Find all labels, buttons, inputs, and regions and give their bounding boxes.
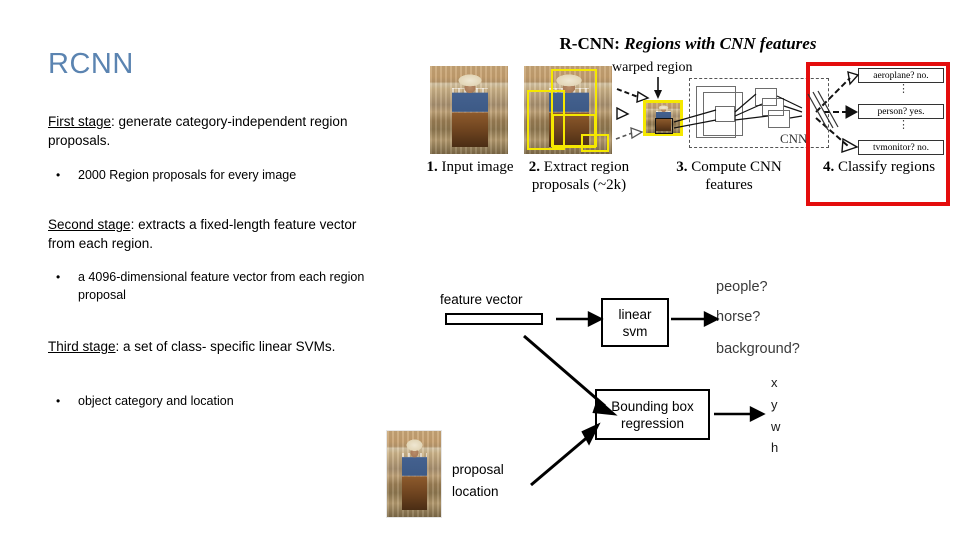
- rcnn-pipeline-figure: R-CNN: Regions with CNN features warped …: [424, 34, 952, 206]
- caption-text: Extract region proposals (~2k): [531, 159, 630, 193]
- proposal-location-line1: proposal: [452, 462, 504, 477]
- caption-number: 2.: [528, 159, 541, 175]
- second-stage-lead: Second stage: [48, 217, 131, 232]
- answer-horse: horse?: [716, 309, 761, 325]
- figure-caption-3: 3. Compute CNN features: [664, 158, 794, 194]
- proposal-location-thumbnail: [386, 430, 442, 518]
- coord-w: w: [771, 419, 781, 434]
- proposal-location-line2: location: [452, 484, 499, 499]
- third-stage-paragraph: Third stage: a set of class- specific li…: [48, 337, 378, 356]
- linear-svm-label-line1: linear: [618, 306, 652, 322]
- linear-svm-label-line2: svm: [622, 323, 648, 339]
- caption-text: Compute CNN features: [691, 159, 782, 193]
- caption-number: 4.: [822, 159, 835, 175]
- linear-svm-box: linear svm: [601, 298, 669, 347]
- third-stage-lead: Third stage: [48, 339, 116, 354]
- bbox-regression-label-line1: Bounding box: [611, 398, 694, 414]
- list-item: object category and location: [56, 392, 386, 410]
- answer-background: background?: [716, 341, 800, 357]
- second-stage-paragraph: Second stage: extracts a fixed-length fe…: [48, 215, 378, 253]
- caption-text: Classify regions: [837, 159, 936, 175]
- plaid-shirt-texture: [402, 452, 427, 477]
- list-item: 2000 Region proposals for every image: [56, 166, 386, 184]
- bounding-box-regression-box: Bounding box regression: [595, 389, 710, 440]
- first-stage-paragraph: First stage: generate category-independe…: [48, 112, 378, 150]
- coord-x: x: [771, 375, 778, 390]
- caption-number: 1.: [426, 159, 438, 175]
- feature-vector-box: [445, 313, 543, 325]
- page-title: RCNN: [48, 48, 134, 80]
- figure-caption-1: 1. Input image: [424, 158, 516, 176]
- coord-y: y: [771, 397, 778, 412]
- third-stage-text: : a set of class- specific linear SVMs.: [115, 339, 336, 354]
- slide-canvas: RCNN First stage: generate category-inde…: [0, 0, 960, 540]
- caption-number: 3.: [676, 159, 688, 175]
- proposal-location-label: proposal location: [452, 459, 504, 503]
- list-item: a 4096-dimensional feature vector from e…: [56, 268, 376, 304]
- answer-people: people?: [716, 279, 768, 295]
- caption-text: Input image: [441, 159, 514, 175]
- feature-vector-label: feature vector: [440, 292, 523, 307]
- figure-caption-4: 4. Classify regions: [816, 158, 942, 176]
- bbox-regression-label-line2: regression: [620, 415, 684, 431]
- coord-h: h: [771, 440, 779, 455]
- figure-caption-2: 2. Extract region proposals (~2k): [516, 158, 642, 194]
- first-stage-lead: First stage: [48, 114, 112, 129]
